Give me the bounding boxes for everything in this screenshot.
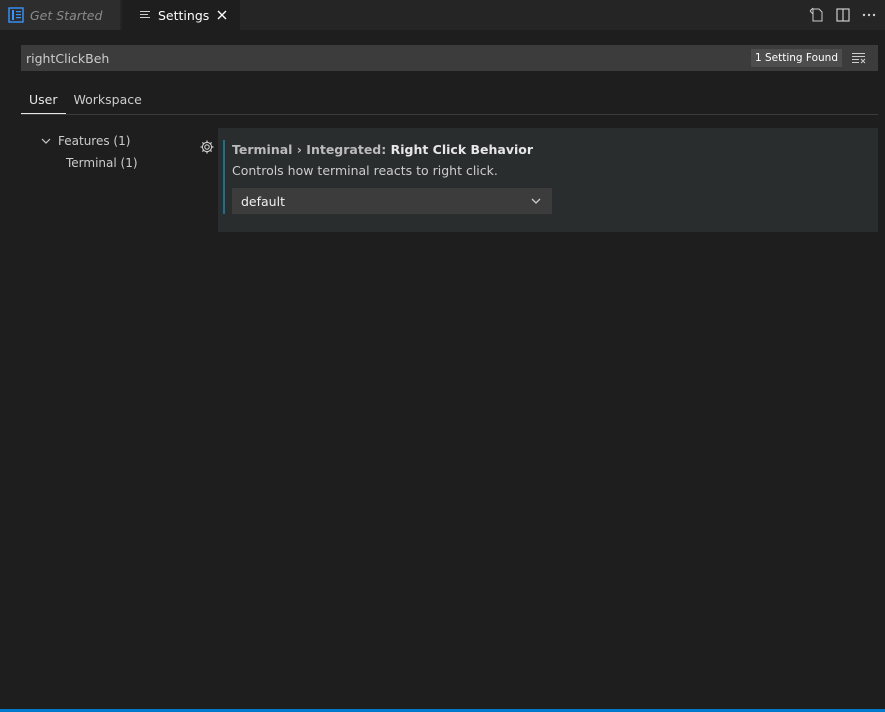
vscode-logo-icon (8, 7, 24, 23)
tab-get-started[interactable]: Get Started (0, 0, 120, 30)
lines-icon (137, 7, 153, 23)
search-input[interactable] (21, 45, 751, 71)
toc-item-features[interactable]: Features (1) (21, 130, 191, 152)
setting-title: Terminal › Integrated: Right Click Behav… (232, 142, 533, 157)
settings-toc: Features (1) Terminal (1) (21, 130, 191, 174)
more-icon[interactable] (861, 7, 877, 23)
clear-filter-icon[interactable] (848, 47, 870, 69)
chevron-down-icon (528, 193, 544, 209)
tab-label: Settings (158, 7, 210, 23)
settings-scope-tabs: User Workspace (21, 85, 878, 115)
tab-label: Get Started (30, 7, 103, 23)
focus-indicator (223, 140, 225, 214)
setting-name: Right Click Behavior (390, 142, 534, 157)
results-count-badge: 1 Setting Found (750, 49, 842, 67)
tab-workspace[interactable]: Workspace (66, 85, 150, 114)
setting-category: Terminal › Integrated: (232, 142, 391, 157)
close-icon[interactable] (214, 7, 230, 23)
setting-item: Terminal › Integrated: Right Click Behav… (218, 128, 878, 232)
editor-tab-bar: Get Started Settings (0, 0, 885, 30)
editor-actions (809, 0, 885, 30)
open-json-icon[interactable] (809, 7, 825, 23)
chevron-down-icon (40, 135, 52, 147)
tab-user[interactable]: User (21, 85, 66, 114)
toc-label: Terminal (1) (66, 156, 138, 170)
setting-dropdown[interactable]: default (232, 188, 552, 214)
settings-search: 1 Setting Found (21, 45, 878, 71)
toc-label: Features (1) (58, 134, 131, 148)
split-editor-icon[interactable] (835, 7, 851, 23)
setting-description: Controls how terminal reacts to right cl… (232, 163, 498, 178)
toc-item-terminal[interactable]: Terminal (1) (21, 152, 191, 174)
gear-icon[interactable] (199, 139, 215, 155)
tab-settings[interactable]: Settings (122, 0, 240, 30)
dropdown-value: default (241, 193, 285, 209)
